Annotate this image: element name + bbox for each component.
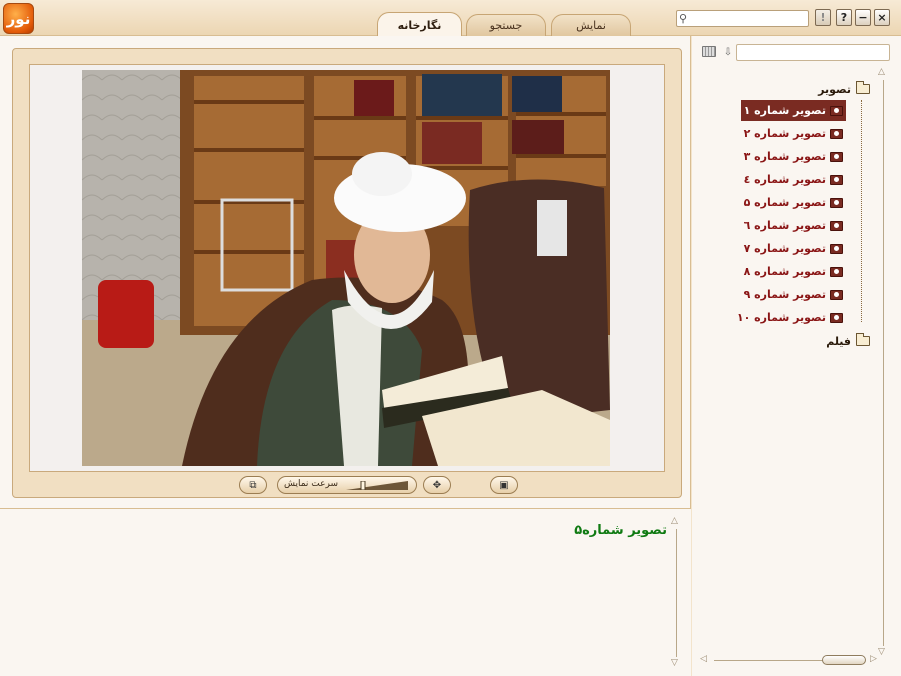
tree-item-label: تصویر شماره ۵ — [743, 196, 826, 209]
tree-item[interactable]: تصویر شماره ۲ — [741, 123, 846, 144]
tree-item-label: تصویر شماره ۳ — [743, 150, 826, 163]
tab-label: نگارخانه — [397, 18, 442, 32]
keyboard-icon[interactable] — [702, 46, 716, 57]
camera-icon — [830, 174, 843, 185]
tab-gallery[interactable]: نگارخانه — [377, 12, 462, 37]
tree-item[interactable]: تصویر شماره ٤ — [741, 169, 846, 190]
tree-item[interactable]: تصویر شماره ۱ — [740, 100, 846, 121]
camera-icon — [830, 243, 843, 254]
tree-item-label: تصویر شماره ۸ — [743, 265, 826, 278]
speed-slider[interactable] — [346, 481, 408, 490]
tree-item-label: تصویر شماره ۱ — [743, 104, 826, 117]
folder-icon — [856, 333, 870, 346]
tree-item[interactable]: تصویر شماره ۵ — [741, 192, 846, 213]
sidebar-scrollbar[interactable]: △ ▽ — [878, 68, 890, 658]
tab-label: جستجو — [489, 19, 523, 32]
gallery-photo[interactable] — [82, 70, 610, 466]
sidebar-hscrollbar[interactable]: ◁ ▷ — [700, 654, 880, 666]
image-viewer: ⧉ سرعت نمایش ✥ ▣ — [12, 48, 682, 498]
help-button[interactable]: ? — [836, 9, 852, 26]
tree-item[interactable]: تصویر شماره ۱۰ — [734, 307, 846, 328]
tree-root-images[interactable]: تصویر — [818, 80, 870, 98]
tab-search[interactable]: جستجو — [466, 14, 546, 36]
scroll-up-icon[interactable]: △ — [671, 517, 678, 526]
scroll-right-icon[interactable]: ▷ — [870, 655, 877, 664]
tree-item[interactable]: تصویر شماره ٦ — [741, 215, 846, 236]
save-button[interactable]: ▣ — [490, 476, 518, 494]
viewer-controls: ⧉ سرعت نمایش ✥ ▣ — [13, 475, 683, 499]
scroll-left-icon[interactable]: ◁ — [700, 655, 707, 664]
description-panel: تصویر شماره۵ △ ▽ — [0, 508, 691, 676]
info-button[interactable]: ! — [815, 9, 831, 26]
folder-open-icon — [856, 81, 870, 94]
camera-icon — [830, 312, 843, 323]
app-window: نور نمایش جستجو نگارخانه ⚲ ! ? − × ⧉ سرع… — [0, 0, 901, 676]
speed-control: سرعت نمایش — [277, 476, 417, 494]
speed-slider-thumb[interactable] — [360, 481, 366, 490]
tree-root-label: تصویر — [818, 82, 851, 96]
description-text: تصویر شماره۵ — [574, 523, 667, 538]
tab-show[interactable]: نمایش — [551, 14, 631, 36]
tree-root-films[interactable]: فیلم — [826, 332, 870, 350]
tree-root-label: فیلم — [826, 334, 851, 348]
save-icon: ▣ — [499, 479, 509, 491]
arrow-down-icon[interactable]: ⇩ — [721, 44, 735, 61]
app-logo[interactable]: نور — [3, 3, 34, 34]
title-bar: نور نمایش جستجو نگارخانه ⚲ ! ? − × — [0, 0, 901, 37]
camera-icon — [830, 128, 843, 139]
close-button[interactable]: × — [874, 9, 890, 26]
camera-icon — [830, 197, 843, 208]
tree-item[interactable]: تصویر شماره ۸ — [741, 261, 846, 282]
tree-item[interactable]: تصویر شماره ۳ — [741, 146, 846, 167]
search-icon[interactable]: ⚲ — [679, 12, 692, 25]
filter-input[interactable] — [736, 44, 890, 61]
search-input[interactable]: ⚲ — [676, 10, 809, 27]
scroll-down-icon[interactable]: ▽ — [671, 659, 678, 668]
tree-item-label: تصویر شماره ۹ — [743, 288, 826, 301]
tree-item-label: تصویر شماره ۷ — [743, 242, 826, 255]
camera-icon — [830, 105, 843, 116]
camera-icon — [830, 289, 843, 300]
tab-label: نمایش — [576, 19, 606, 32]
scroll-up-icon[interactable]: △ — [878, 68, 885, 77]
description-scrollbar[interactable]: △ ▽ — [671, 517, 683, 668]
move-icon: ✥ — [432, 479, 442, 491]
gallery-tree: تصویر تصویر شماره ۱ تصویر شماره ۲ تصویر شم… — [692, 80, 882, 380]
tree-item[interactable]: تصویر شماره ۹ — [741, 284, 846, 305]
hscroll-thumb[interactable] — [822, 655, 866, 665]
camera-icon — [830, 266, 843, 277]
tree-connector — [861, 100, 862, 322]
tree-item-label: تصویر شماره ۲ — [743, 127, 826, 140]
main-content: ⧉ سرعت نمایش ✥ ▣ تصویر شماره۵ △ ▽ — [0, 36, 691, 676]
tree-item-label: تصویر شماره ٦ — [743, 219, 826, 232]
tree-item-label: تصویر شماره ۱۰ — [736, 311, 826, 324]
fullscreen-button[interactable]: ✥ — [423, 476, 451, 494]
minimize-button[interactable]: − — [855, 9, 871, 26]
copy-button[interactable]: ⧉ — [239, 476, 267, 494]
camera-icon — [830, 151, 843, 162]
tree-item[interactable]: تصویر شماره ۷ — [741, 238, 846, 259]
tree-item-label: تصویر شماره ٤ — [743, 173, 826, 186]
photo-graphic — [82, 70, 610, 466]
camera-icon — [830, 220, 843, 231]
sidebar: ⇩ تصویر تصویر شماره ۱ تصویر شماره ۲ تصویر … — [692, 36, 901, 676]
speed-label: سرعت نمایش — [284, 479, 339, 489]
copy-icon: ⧉ — [249, 479, 257, 491]
